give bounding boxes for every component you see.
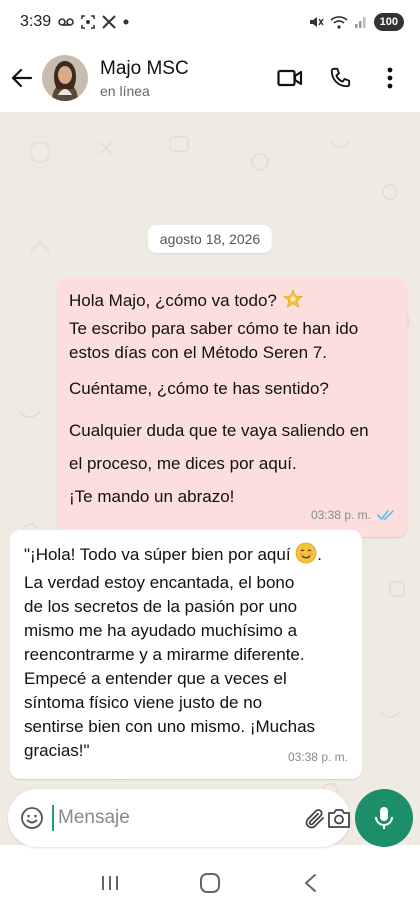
outgoing-message[interactable]: Hola Majo, ¿cómo va todo? Te escribo par… (57, 278, 407, 537)
signal-icon (354, 15, 368, 29)
system-back-button[interactable] (288, 861, 332, 905)
message-line: La verdad estoy encantada, el bono (24, 573, 295, 592)
back-button[interactable] (2, 58, 42, 98)
recent-apps-icon (102, 876, 118, 890)
message-line: "¡Hola! Todo va súper bien por aquí . (24, 542, 348, 571)
message-line: Hola Majo, ¿cómo va todo? (69, 288, 395, 317)
message-time: 03:38 p. m. (310, 508, 371, 522)
message-line: reencontrarme y a mirarme diferente. (24, 645, 305, 664)
back-arrow-icon (11, 68, 33, 88)
status-left: 3:39 (20, 13, 129, 31)
recent-apps-button[interactable] (88, 861, 132, 905)
dot-icon (123, 19, 129, 25)
mute-icon (308, 15, 324, 29)
emoji-icon (21, 807, 43, 829)
message-line: sentirse bien con uno mismo. ¡Muchas (24, 717, 316, 736)
incoming-message[interactable]: "¡Hola! Todo va súper bien por aquí . La… (10, 530, 362, 779)
phone-icon (330, 67, 351, 88)
wifi-icon (330, 15, 348, 29)
video-call-button[interactable] (272, 60, 308, 96)
video-call-icon (277, 69, 303, 87)
status-bar: 3:39 100 (0, 0, 420, 44)
smiling-face-emoji (295, 542, 317, 571)
message-line: Cualquier duda que te vaya saliendo en (69, 421, 369, 440)
system-nav-bar (0, 857, 420, 909)
camera-button[interactable] (327, 800, 351, 836)
message-input[interactable] (52, 805, 303, 831)
contact-info[interactable]: Majo MSC en línea (100, 58, 272, 99)
message-line: el proceso, me dices por aquí. (69, 454, 297, 473)
status-right: 100 (308, 13, 404, 31)
message-line: estos días con el Método Seren 7. (69, 343, 327, 362)
message-line: mismo me ha ayudado muchísimo a (24, 621, 298, 640)
status-time: 3:39 (20, 13, 52, 30)
message-line: de los secretos de la pasión por uno (24, 597, 298, 616)
attach-icon (305, 809, 324, 829)
voice-message-button[interactable] (355, 789, 413, 847)
double-check-icon (377, 510, 394, 520)
voicemail-icon (58, 17, 74, 27)
message-line: Te escribo para saber cómo te han ido (69, 319, 359, 338)
battery-indicator: 100 (373, 13, 404, 31)
emoji-button[interactable] (20, 800, 44, 836)
message-line: síntoma físico viene justo de no (24, 693, 263, 712)
contact-name: Majo MSC (100, 57, 189, 79)
chat-area[interactable]: agosto 18, 2026 Hola Majo, ¿cómo va todo… (0, 112, 420, 845)
home-button[interactable] (188, 861, 232, 905)
back-icon (305, 874, 316, 892)
chat-header: Majo MSC en línea (0, 44, 420, 112)
contact-status: en línea (100, 82, 150, 99)
voice-call-button[interactable] (322, 60, 358, 96)
message-composer (8, 789, 350, 847)
message-line: Cuéntame, ¿cómo te has sentido? (69, 379, 329, 398)
screenshot-icon (81, 15, 95, 29)
message-line: Empecé a entender que a veces el (24, 669, 287, 688)
avatar[interactable] (42, 55, 88, 101)
header-actions (272, 60, 408, 96)
more-vert-icon (387, 67, 393, 89)
attach-button[interactable] (303, 800, 327, 836)
message-time: 03:38 p. m. (287, 750, 348, 764)
mic-icon (375, 807, 393, 829)
glowing-star-emoji (282, 288, 304, 317)
date-divider: agosto 18, 2026 (147, 225, 273, 253)
more-options-button[interactable] (372, 60, 408, 96)
camera-icon (328, 809, 350, 828)
x-app-icon (102, 15, 116, 29)
home-icon (200, 873, 220, 893)
